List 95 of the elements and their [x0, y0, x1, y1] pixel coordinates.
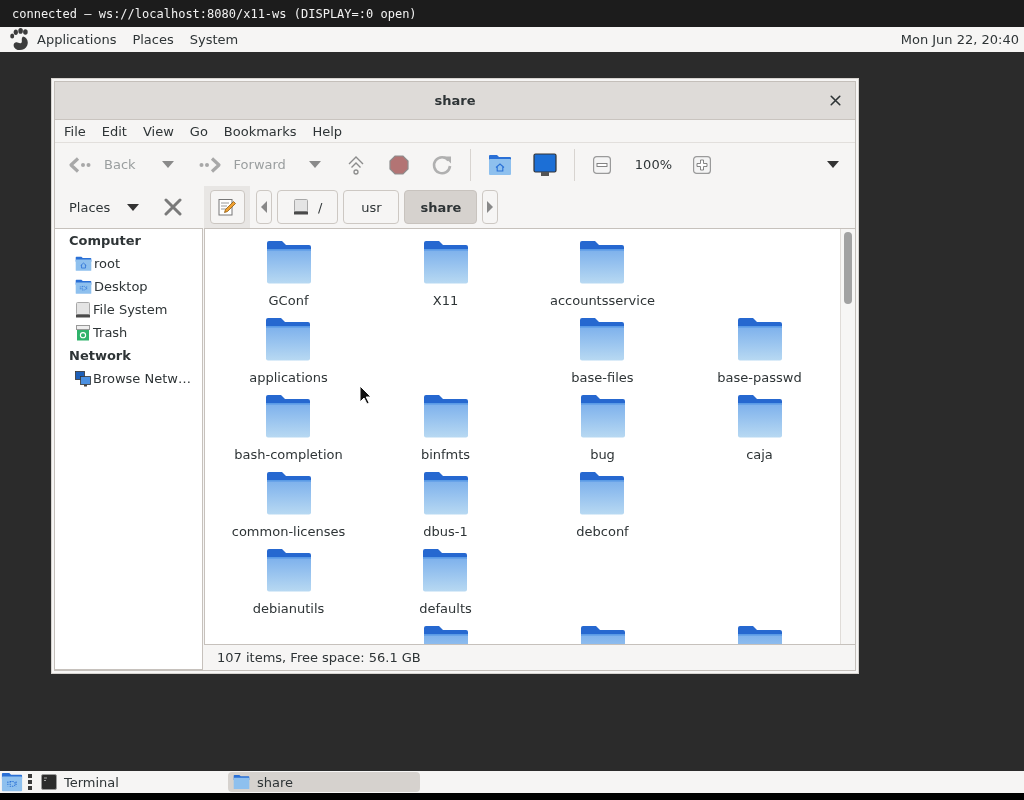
- home-folder-icon: [487, 153, 512, 176]
- caret-down-icon: [308, 161, 321, 168]
- reload-icon: [430, 153, 453, 176]
- window-title: share: [434, 93, 476, 108]
- drive-icon: [293, 199, 309, 215]
- caret-down-icon: [161, 161, 174, 168]
- zoom-in-icon: [693, 155, 711, 174]
- mouse-pointer-icon: [359, 385, 372, 405]
- folder-icon: [233, 774, 250, 790]
- connection-status-bar: connected — ws://localhost:8080/x11-ws (DISPLAY=:0 open): [0, 0, 1024, 27]
- menu-item[interactable]: File: [57, 120, 93, 142]
- path-button[interactable]: share: [404, 190, 478, 224]
- forward-arrow-icon: [197, 156, 222, 173]
- folder-icon: [265, 317, 312, 361]
- folder-item[interactable]: bug: [579, 394, 626, 463]
- menu-item[interactable]: Bookmarks: [216, 120, 304, 142]
- caret-left-icon: [261, 201, 267, 213]
- home-folder-icon: [75, 255, 92, 272]
- sidebar-item[interactable]: Desktop: [55, 275, 202, 298]
- sidebar-heading: Network: [68, 347, 132, 365]
- menu-item[interactable]: Go: [182, 120, 215, 142]
- folder-icon: [422, 471, 469, 515]
- scrollbar-thumb[interactable]: [844, 232, 852, 304]
- folder-icon: [736, 394, 783, 438]
- panel-menu[interactable]: System: [181, 28, 247, 51]
- foot-icon: [9, 28, 29, 51]
- path-scroll-right-button[interactable]: [482, 190, 499, 224]
- folder-icon: [265, 240, 312, 284]
- folder-item[interactable]: defaults: [419, 548, 472, 617]
- folder-item[interactable]: accountsservice: [549, 240, 656, 309]
- taskbar-button[interactable]: Terminal: [36, 772, 228, 792]
- path-scroll-left-button[interactable]: [256, 190, 272, 224]
- places-dropdown[interactable]: Places: [69, 194, 140, 220]
- folder-icon: [579, 394, 626, 438]
- folder-icon: [265, 548, 312, 592]
- folder-icon: [422, 548, 469, 592]
- panel-menu[interactable]: Applications: [29, 28, 125, 51]
- menu-item[interactable]: Edit: [94, 120, 134, 142]
- terminal-icon: [41, 774, 57, 790]
- caret-down-icon: [827, 161, 839, 168]
- folder-icon: [579, 240, 626, 284]
- network-computers-icon: [75, 370, 91, 387]
- menu-item[interactable]: View: [135, 120, 181, 142]
- folder-item[interactable]: debconf: [576, 471, 629, 540]
- zoom-level: 100%: [634, 157, 672, 172]
- folder-icon: [579, 625, 626, 644]
- path-button[interactable]: /: [277, 190, 339, 224]
- folder-item[interactable]: base-passwd: [717, 317, 802, 386]
- folder-icon: [265, 394, 312, 438]
- trash-icon: [75, 324, 91, 341]
- status-text: 107 items, Free space: 56.1 GB: [217, 650, 421, 665]
- folder-item[interactable]: GConf: [265, 240, 312, 309]
- taskbar-button[interactable]: share: [228, 772, 420, 792]
- drive-icon: [75, 301, 91, 318]
- sidebar-item[interactable]: File System: [55, 298, 202, 321]
- folder-icon: [736, 625, 783, 644]
- folder-item[interactable]: [422, 625, 469, 644]
- folder-icon: [422, 394, 469, 438]
- desktop-folder-icon[interactable]: [1, 771, 23, 793]
- stop-icon: [388, 154, 409, 175]
- drag-handle-icon[interactable]: [28, 774, 32, 790]
- folder-item[interactable]: common-licenses: [231, 471, 346, 540]
- sidebar-item[interactable]: Browse Netw…: [55, 367, 202, 390]
- panel-menu[interactable]: Places: [124, 28, 182, 51]
- sidebar-heading: Computer: [68, 232, 143, 250]
- folder-item[interactable]: caja: [736, 394, 783, 463]
- desktop-folder-icon: [75, 278, 92, 295]
- folder-item[interactable]: bash-completion: [234, 394, 343, 463]
- folder-icon: [265, 471, 312, 515]
- folder-item[interactable]: dbus-1: [422, 471, 469, 540]
- folder-icon: [422, 240, 469, 284]
- folder-icon: [579, 471, 626, 515]
- folder-item[interactable]: base-files: [571, 317, 634, 386]
- sidebar-item[interactable]: Trash: [55, 321, 202, 344]
- folder-icon: [736, 317, 783, 361]
- notepad-pencil-icon: [218, 198, 236, 216]
- zoom-out-icon: [592, 155, 611, 174]
- folder-icon: [422, 625, 469, 644]
- folder-item[interactable]: debianutils: [252, 548, 325, 617]
- folder-item[interactable]: X11: [422, 240, 469, 309]
- close-icon: [164, 198, 183, 216]
- clock: Mon Jun 22, 20:40: [900, 32, 1019, 47]
- caret-right-icon: [487, 201, 494, 213]
- sidebar-item[interactable]: root: [55, 252, 202, 275]
- folder-item[interactable]: binfmts: [420, 394, 471, 463]
- monitor-icon: [532, 152, 557, 177]
- path-button[interactable]: usr: [343, 190, 400, 224]
- close-icon: [829, 95, 841, 106]
- folder-item[interactable]: applications: [249, 317, 328, 386]
- back-arrow-icon: [68, 156, 92, 173]
- caret-down-icon: [127, 203, 140, 211]
- folder-icon: [579, 317, 626, 361]
- menu-item[interactable]: Help: [305, 120, 350, 142]
- folder-item[interactable]: [736, 625, 783, 644]
- folder-item[interactable]: [579, 625, 626, 644]
